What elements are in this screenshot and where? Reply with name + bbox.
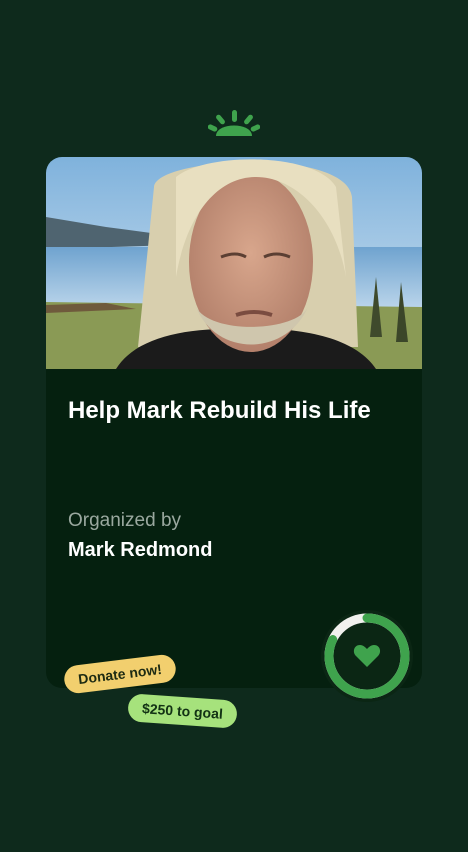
organized-by-label: Organized by [68,510,182,531]
donation-progress-ring [318,607,416,705]
organizer-photo [46,157,422,369]
organizer-name: Mark Redmond [68,539,213,561]
fundraiser-title[interactable]: Help Mark Rebuild His Life [68,393,388,429]
goal-remaining-badge: $250 to goal [127,693,238,729]
gofundme-logo-icon [207,108,261,140]
